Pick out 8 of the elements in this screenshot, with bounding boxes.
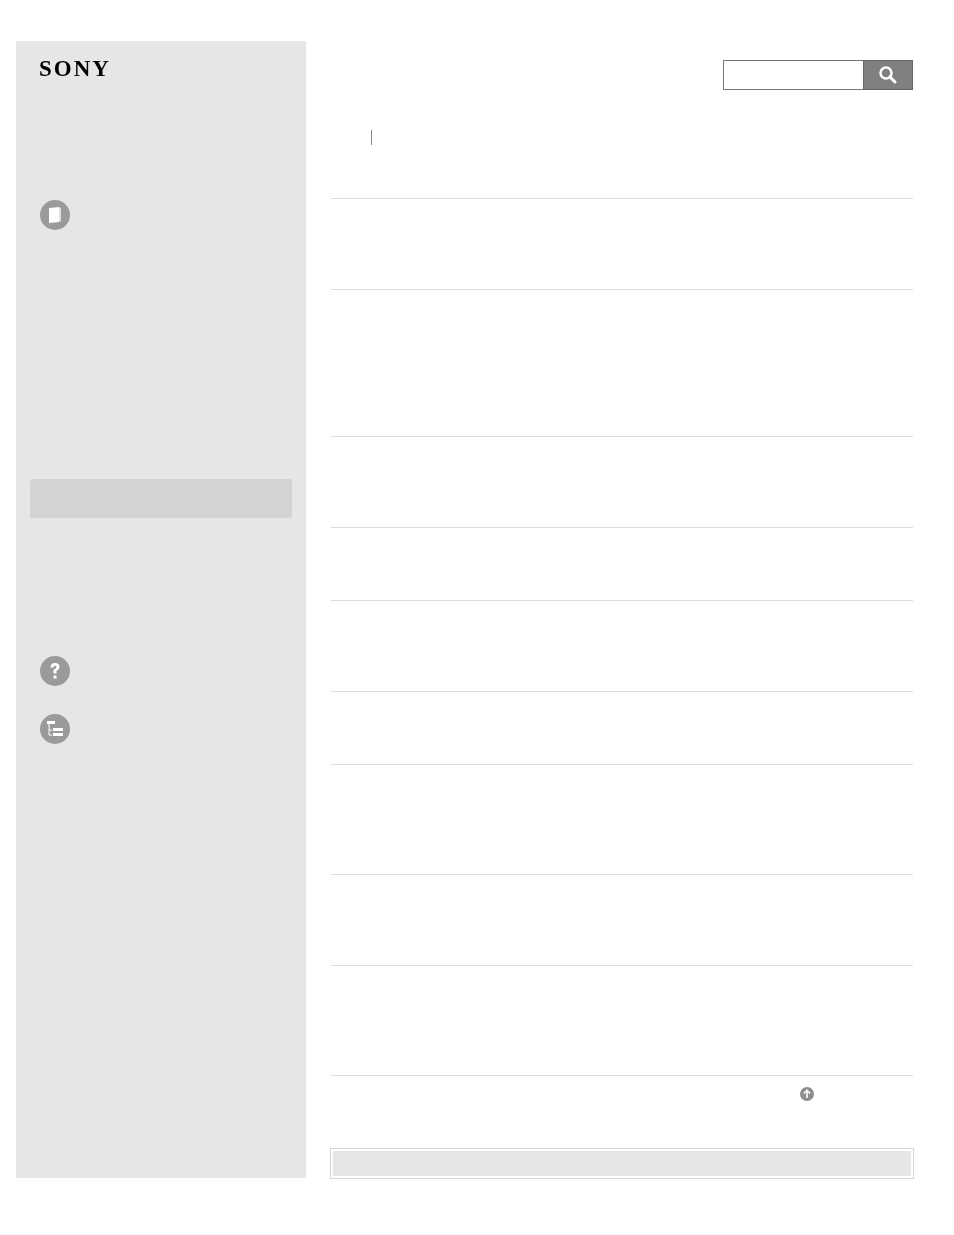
search-field[interactable] [723,60,863,90]
logo[interactable]: SONY [39,56,111,82]
help-icon[interactable] [39,655,71,687]
search-icon [878,65,898,85]
back-to-top-icon[interactable] [800,1087,814,1101]
book-icon[interactable] [39,199,71,231]
search-button[interactable] [863,60,913,90]
tree-icon[interactable] [39,713,71,745]
